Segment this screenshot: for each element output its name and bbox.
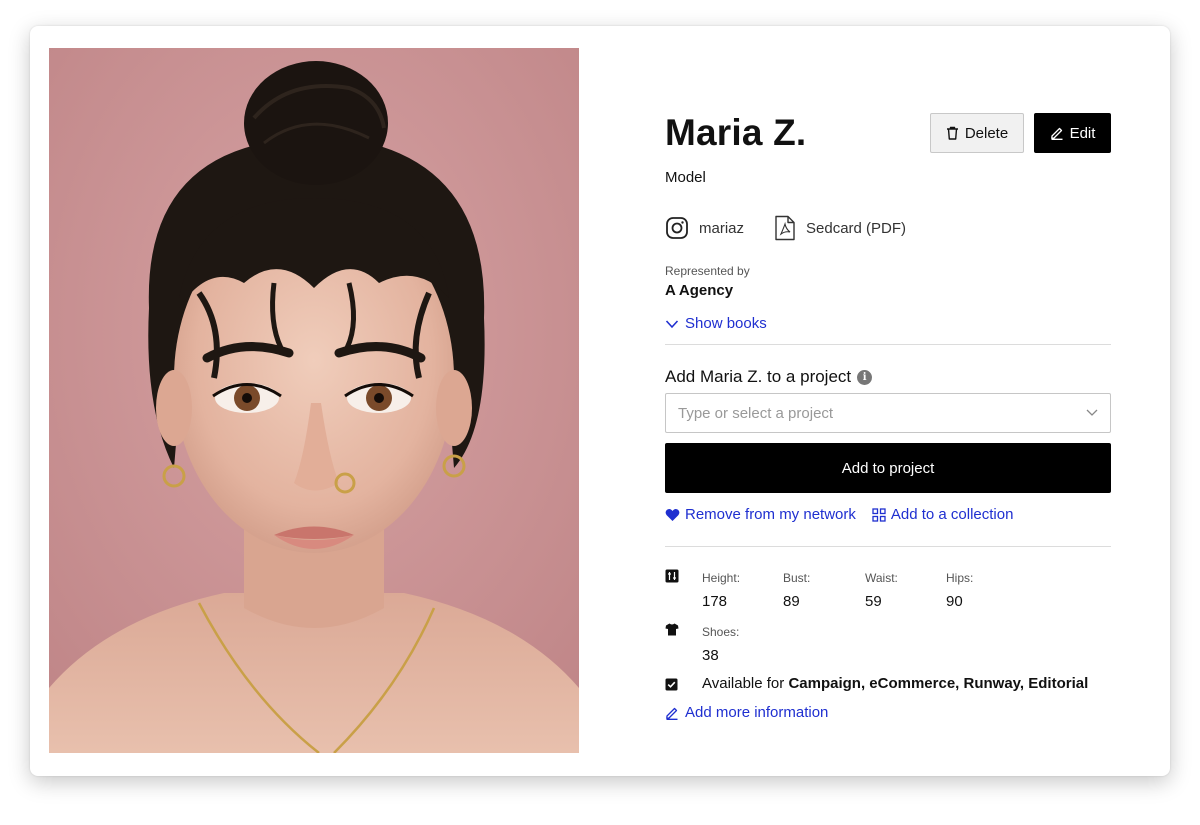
add-to-collection-link[interactable]: Add to a collection bbox=[872, 506, 1014, 523]
add-to-project-button[interactable]: Add to project bbox=[665, 443, 1111, 493]
shoes-measure: Shoes: 38 bbox=[702, 625, 782, 664]
chevron-down-icon bbox=[665, 319, 679, 328]
edit-label: Edit bbox=[1069, 124, 1096, 142]
add-collection-label: Add to a collection bbox=[890, 506, 1014, 523]
waist-measure: Waist: 59 bbox=[865, 571, 945, 610]
portrait-image bbox=[49, 48, 579, 753]
bust-label: Bust: bbox=[783, 571, 811, 585]
bust-measure: Bust: 89 bbox=[783, 571, 863, 610]
info-icon[interactable]: i bbox=[857, 369, 873, 385]
heart-icon bbox=[665, 508, 680, 521]
checkbox-icon bbox=[665, 678, 678, 691]
delete-label: Delete bbox=[964, 124, 1009, 142]
delete-button[interactable]: Delete bbox=[930, 113, 1024, 153]
remove-from-network-link[interactable]: Remove from my network bbox=[665, 506, 856, 523]
represented-by-label: Represented by bbox=[665, 264, 750, 278]
divider bbox=[665, 546, 1111, 547]
waist-value: 59 bbox=[865, 593, 882, 610]
project-section-title: Add Maria Z. to a project i bbox=[665, 367, 873, 387]
bust-value: 89 bbox=[783, 593, 800, 610]
availability-value: Campaign, eCommerce, Runway, Editorial bbox=[788, 675, 1089, 692]
shoes-value: 38 bbox=[702, 647, 719, 664]
pencil-icon bbox=[666, 707, 678, 720]
height-label: Height: bbox=[702, 571, 741, 585]
project-title-text: Add Maria Z. to a project bbox=[665, 367, 852, 386]
chevron-down-icon bbox=[1086, 409, 1098, 416]
profile-card: Maria Z. Model Delete Edit mariaz Sedcar… bbox=[30, 26, 1170, 776]
hips-measure: Hips: 90 bbox=[946, 571, 1026, 610]
availability: Available for Campaign, eCommerce, Runwa… bbox=[702, 675, 1088, 692]
pdf-icon bbox=[775, 215, 795, 241]
pencil-icon bbox=[1050, 127, 1063, 140]
show-books-link[interactable]: Show books bbox=[665, 315, 767, 332]
show-books-label: Show books bbox=[685, 315, 767, 332]
instagram-handle: mariaz bbox=[699, 219, 745, 237]
profile-info-panel: Maria Z. Model Delete Edit mariaz Sedcar… bbox=[665, 26, 1111, 776]
remove-network-label: Remove from my network bbox=[685, 506, 856, 523]
social-links: mariaz Sedcard (PDF) bbox=[665, 215, 906, 241]
height-measure: Height: 178 bbox=[702, 571, 782, 610]
sedcard-link[interactable]: Sedcard (PDF) bbox=[774, 215, 906, 241]
add-more-label: Add more information bbox=[685, 704, 829, 721]
edit-button[interactable]: Edit bbox=[1034, 113, 1111, 153]
waist-label: Waist: bbox=[865, 571, 898, 585]
grid-icon bbox=[872, 507, 886, 522]
network-actions: Remove from my network Add to a collecti… bbox=[665, 506, 1013, 523]
tshirt-icon bbox=[665, 623, 679, 636]
shoes-label: Shoes: bbox=[702, 625, 740, 639]
agency-name: A Agency bbox=[665, 282, 734, 299]
profile-photo bbox=[49, 48, 579, 753]
project-select-input[interactable]: Type or select a project bbox=[665, 393, 1111, 433]
trash-icon bbox=[946, 126, 958, 140]
profile-role: Model bbox=[665, 169, 706, 186]
hips-value: 90 bbox=[946, 593, 963, 610]
instagram-icon bbox=[666, 217, 688, 239]
availability-prefix: Available for bbox=[702, 675, 785, 692]
project-placeholder: Type or select a project bbox=[678, 404, 834, 422]
height-value: 178 bbox=[702, 593, 728, 610]
add-more-information-link[interactable]: Add more information bbox=[665, 704, 828, 721]
profile-name: Maria Z. bbox=[665, 112, 807, 153]
hips-label: Hips: bbox=[946, 571, 974, 585]
ruler-icon bbox=[665, 569, 679, 583]
sedcard-label: Sedcard (PDF) bbox=[806, 219, 907, 237]
divider bbox=[665, 344, 1111, 345]
instagram-link[interactable]: mariaz bbox=[665, 216, 744, 240]
